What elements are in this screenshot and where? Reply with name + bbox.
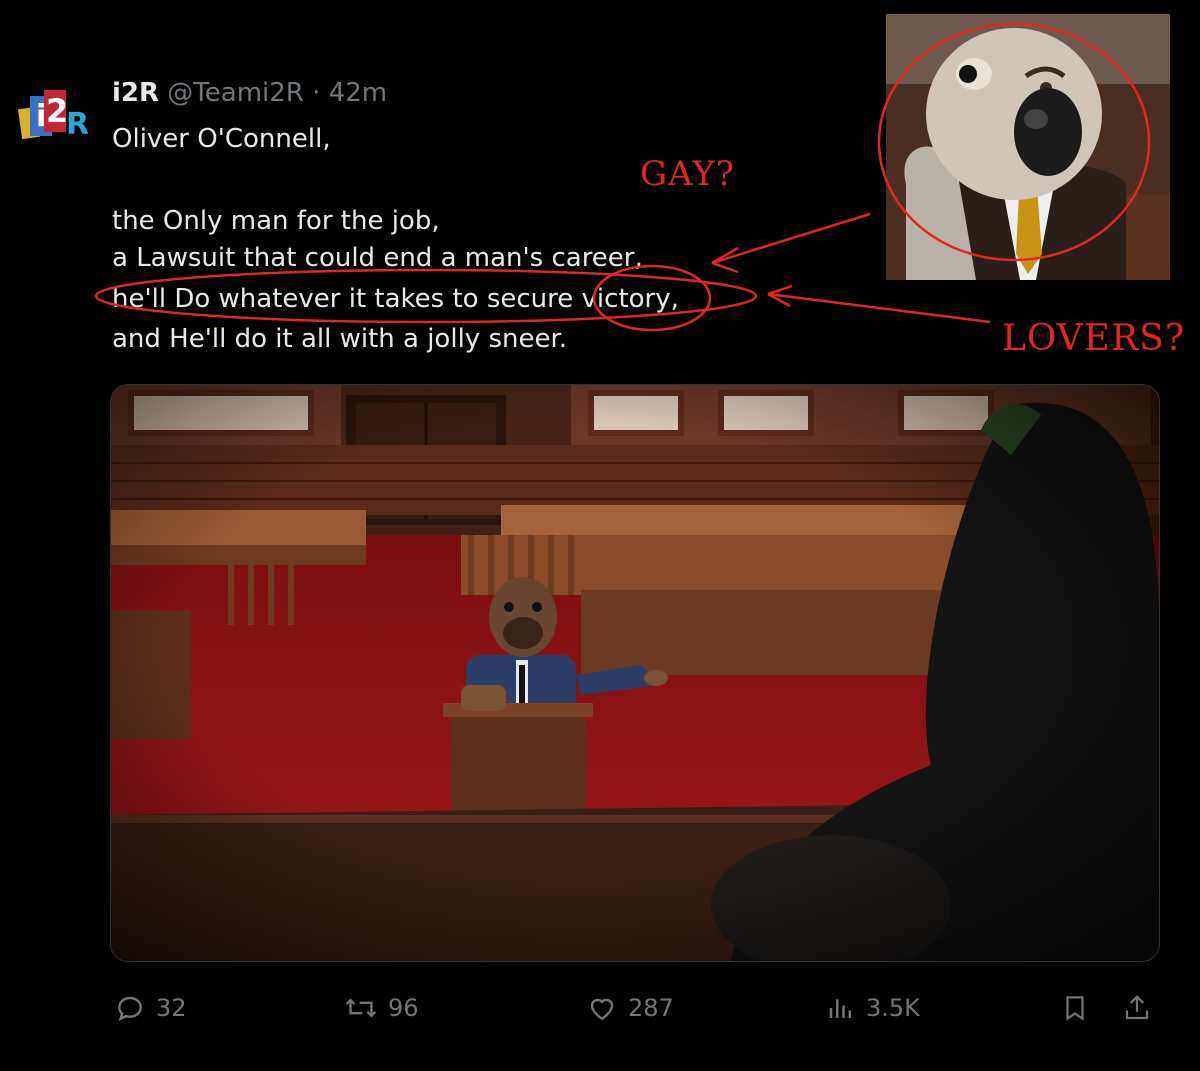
heart-icon (590, 998, 614, 1021)
tweet-text-line: Oliver O'Connell, (112, 124, 331, 154)
bookmark-icon (1066, 996, 1084, 1021)
inset-character-image (886, 14, 1170, 280)
tweet-header: i2R @Teami2R · 42m (112, 78, 387, 108)
tweet-text-line: the Only man for the job, (112, 206, 440, 236)
annotation-gay: GAY? (640, 154, 736, 194)
tweet-text-line: he'll Do whatever it takes to secure vic… (112, 284, 679, 314)
annotation-lovers: LOVERS? (1002, 318, 1186, 359)
reply-icon (118, 996, 142, 1021)
repost-count: 96 (388, 994, 419, 1022)
reply-count: 32 (156, 994, 187, 1022)
views-count: 3.5K (866, 994, 920, 1022)
annotation-arrow-lovers (767, 284, 991, 324)
like-button[interactable]: 287 (586, 985, 674, 1031)
bookmark-button[interactable] (1060, 985, 1090, 1031)
tweet-text-line: and He'll do it all with a jolly sneer. (112, 324, 568, 354)
separator-dot: · (312, 78, 321, 108)
like-count: 287 (628, 994, 674, 1022)
views-icon (829, 999, 851, 1018)
repost-button[interactable]: 96 (344, 985, 419, 1031)
views-button[interactable]: 3.5K (826, 985, 920, 1031)
timestamp[interactable]: 42m (329, 78, 387, 108)
annotation-arrow-gay (711, 212, 871, 274)
tweet-action-bar: 32 96 287 3.5K (0, 985, 1200, 1031)
svg-text:2: 2 (46, 92, 68, 130)
author-handle[interactable]: @Teami2R (167, 78, 304, 108)
author-name[interactable]: i2R (112, 78, 159, 108)
svg-text:i: i (36, 99, 46, 134)
share-icon (1125, 995, 1149, 1020)
share-button[interactable] (1122, 985, 1152, 1031)
svg-text:R: R (66, 107, 89, 142)
tweet-text-line: a Lawsuit that could end a man's career, (112, 243, 643, 273)
repost-icon (345, 998, 377, 1018)
avatar[interactable]: i 2 R (14, 86, 94, 150)
tweet-media-image[interactable] (110, 384, 1160, 962)
reply-button[interactable]: 32 (114, 985, 187, 1031)
